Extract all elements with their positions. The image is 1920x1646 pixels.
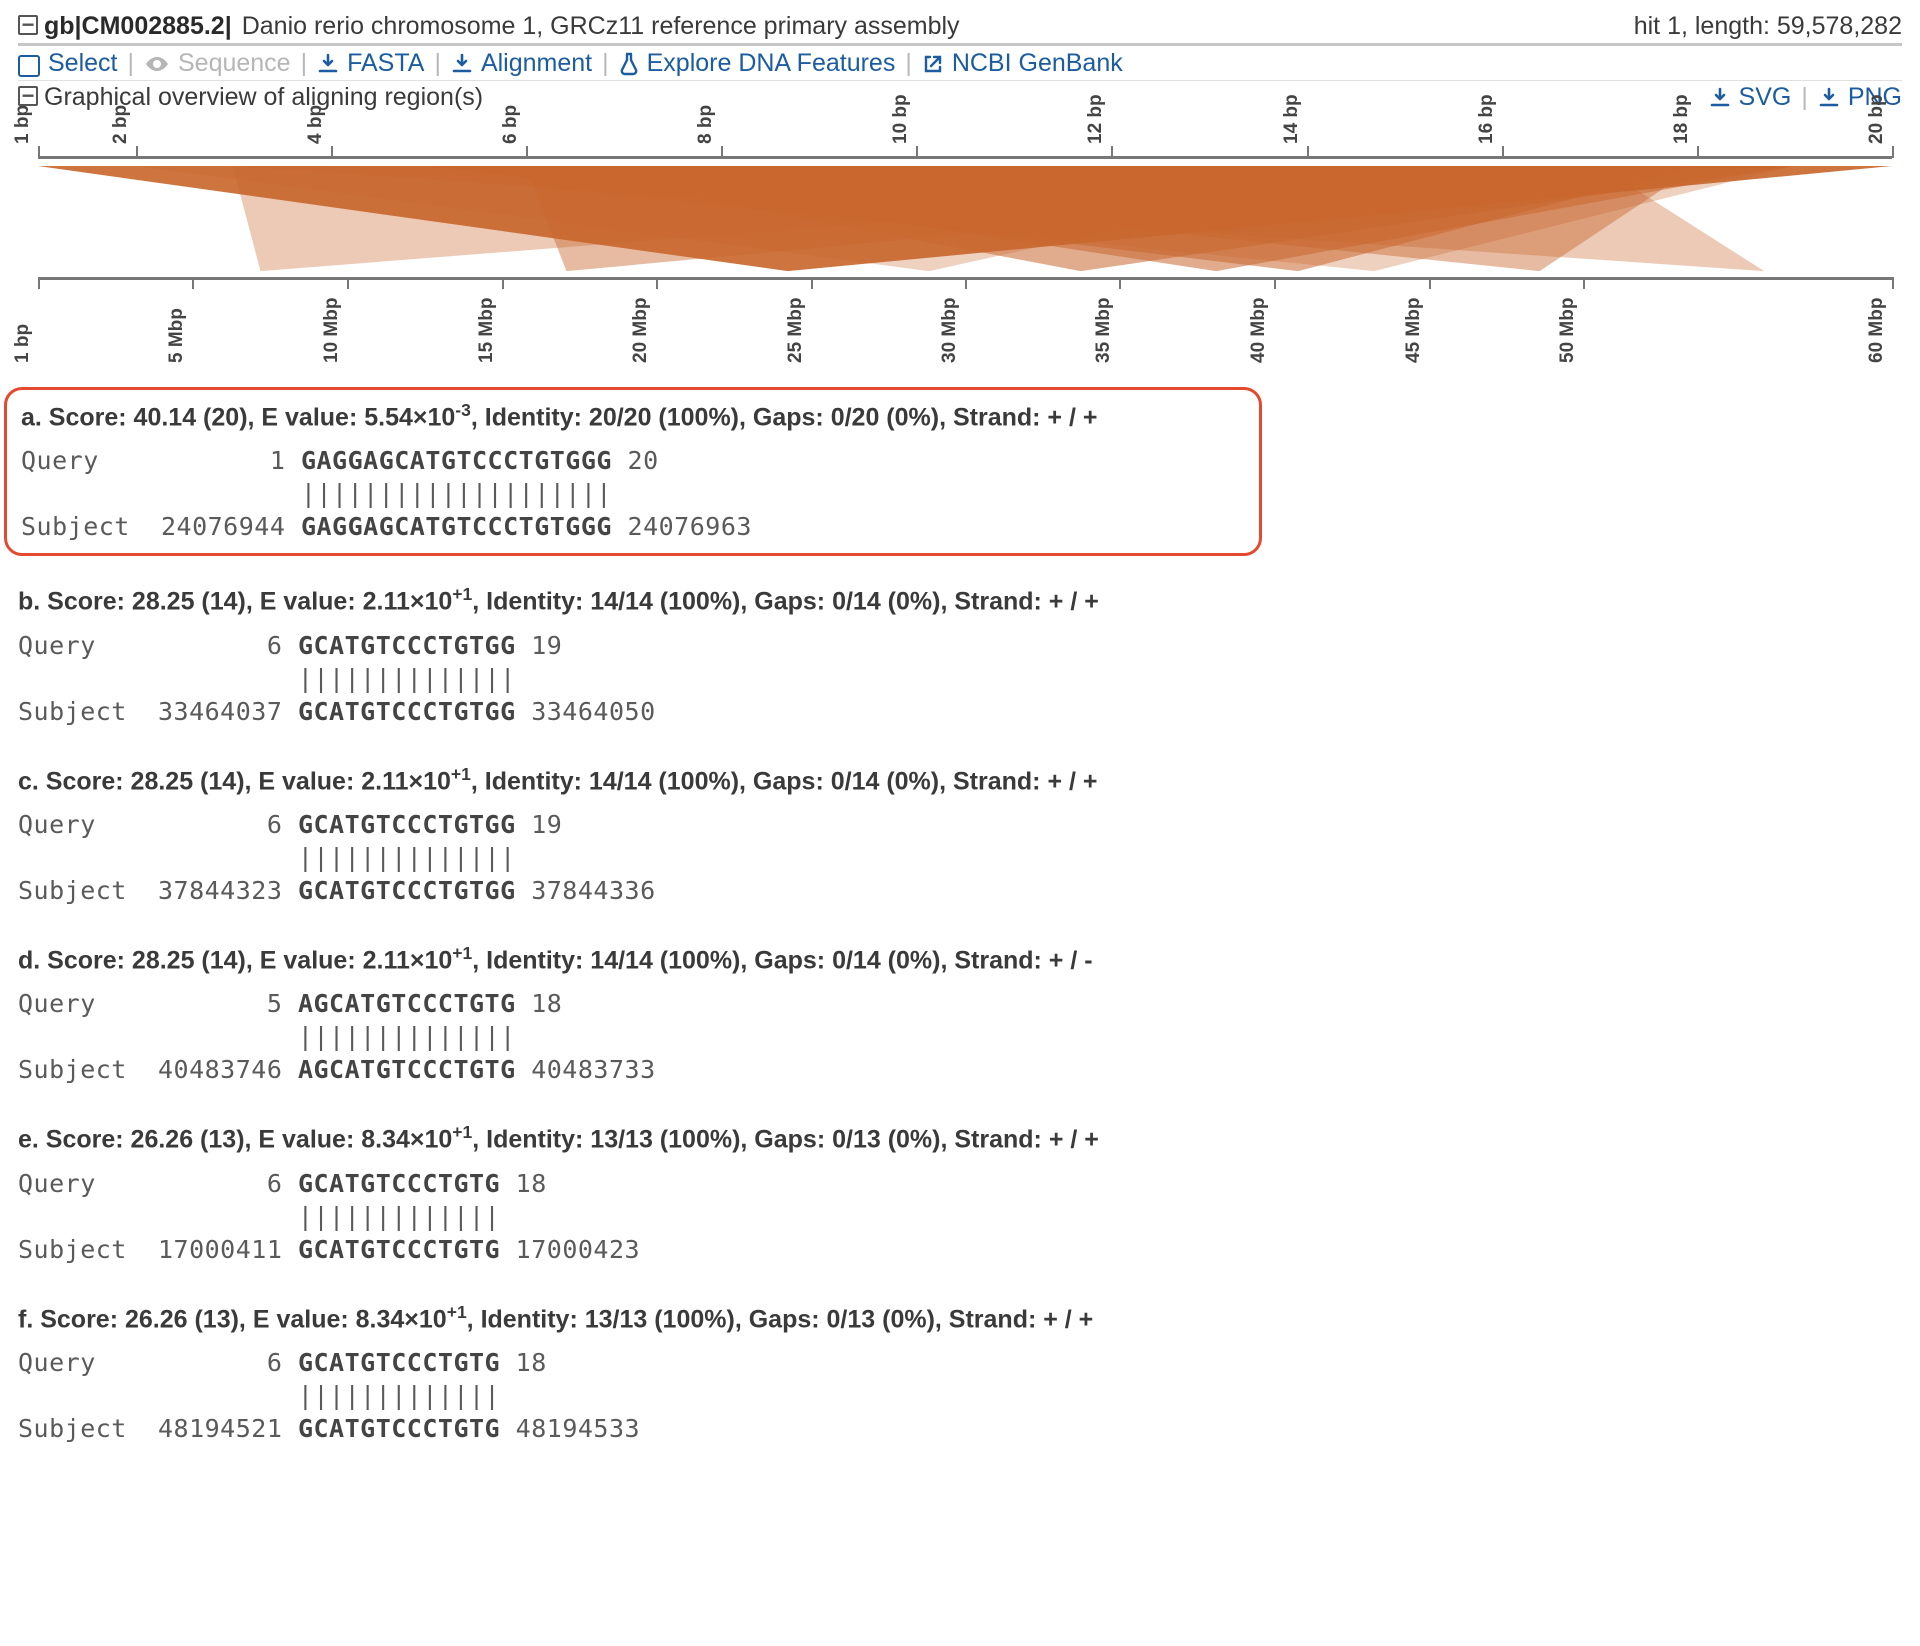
alignment-sequence: Query 6 GCATGTCCCTGTGG 19 ||||||||||||||… (18, 808, 1902, 907)
axis-tick-label: 35 Mbp (1093, 298, 1115, 363)
axis-tick-label: 5 Mbp (166, 308, 188, 363)
checkbox-icon (18, 55, 40, 77)
accession-id: gb|CM002885.2| (44, 12, 232, 41)
alignment-block: d. Score: 28.25 (14), E value: 2.11×10+1… (18, 943, 1902, 1086)
alignment-sequence: Query 6 GCATGTCCCTGTG 18 ||||||||||||| S… (18, 1167, 1902, 1266)
axis-tick-label: 50 Mbp (1557, 298, 1579, 363)
alignment-sequence: Query 6 GCATGTCCCTGTGG 19 ||||||||||||||… (18, 629, 1902, 728)
subject-axis: 1 bp5 Mbp10 Mbp15 Mbp20 Mbp25 Mbp30 Mbp3… (18, 271, 1902, 357)
axis-tick-label: 30 Mbp (939, 298, 961, 363)
axis-tick-label: 10 bp (890, 94, 912, 144)
alignment-diagram (38, 166, 1892, 271)
axis-tick-label: 20 bp (1866, 94, 1888, 144)
hit-title: Danio rerio chromosome 1, GRCz11 referen… (242, 12, 960, 41)
sequence-link: Sequence (144, 49, 291, 78)
query-axis: 1 bp2 bp4 bp6 bp8 bp10 bp12 bp14 bp16 bp… (18, 118, 1902, 166)
axis-tick-label: 14 bp (1281, 94, 1303, 144)
axis-tick-label: 25 Mbp (785, 298, 807, 363)
flask-icon (619, 52, 639, 76)
eye-icon (144, 54, 170, 74)
overview-header: − Graphical overview of aligning region(… (18, 81, 1902, 112)
axis-tick-label: 10 Mbp (321, 298, 343, 363)
collapse-toggle[interactable]: − (18, 15, 38, 35)
alignment-link[interactable]: Alignment (451, 49, 592, 78)
download-svg[interactable]: SVG (1709, 83, 1792, 112)
alignment-stats: d. Score: 28.25 (14), E value: 2.11×10+1… (18, 943, 1902, 975)
collapse-toggle-overview[interactable]: − (18, 86, 38, 106)
axis-tick-label: 40 Mbp (1248, 298, 1270, 363)
alignment-list: a. Score: 40.14 (20), E value: 5.54×10-3… (18, 387, 1902, 1445)
alignment-block: f. Score: 26.26 (13), E value: 8.34×10+1… (18, 1302, 1902, 1445)
axis-tick-label: 18 bp (1671, 94, 1693, 144)
alignment-block: a. Score: 40.14 (20), E value: 5.54×10-3… (4, 387, 1262, 556)
axis-tick-label: 45 Mbp (1403, 298, 1425, 363)
hit-header: − gb|CM002885.2| Danio rerio chromosome … (18, 12, 1902, 46)
alignment-stats: a. Score: 40.14 (20), E value: 5.54×10-3… (21, 400, 1245, 432)
download-icon (1818, 87, 1840, 109)
download-icon (451, 53, 473, 75)
alignment-stats: e. Score: 26.26 (13), E value: 8.34×10+1… (18, 1122, 1902, 1154)
alignment-block: e. Score: 26.26 (13), E value: 8.34×10+1… (18, 1122, 1902, 1265)
axis-tick-label: 16 bp (1476, 94, 1498, 144)
axis-tick-label: 12 bp (1085, 94, 1107, 144)
alignment-block: c. Score: 28.25 (14), E value: 2.11×10+1… (18, 764, 1902, 907)
graphical-overview: 1 bp2 bp4 bp6 bp8 bp10 bp12 bp14 bp16 bp… (18, 118, 1902, 357)
alignment-sequence: Query 5 AGCATGTCCCTGTG 18 ||||||||||||||… (18, 987, 1902, 1086)
fasta-link[interactable]: FASTA (317, 49, 424, 78)
download-icon (317, 53, 339, 75)
select-checkbox[interactable]: Select (18, 49, 117, 78)
alignment-stats: f. Score: 26.26 (13), E value: 8.34×10+1… (18, 1302, 1902, 1334)
genbank-link[interactable]: NCBI GenBank (922, 49, 1123, 78)
alignment-sequence: Query 1 GAGGAGCATGTCCCTGTGGG 20 ||||||||… (21, 444, 1245, 543)
axis-tick-label: 2 bp (110, 105, 132, 144)
hit-toolbar: Select | Sequence | FASTA | Alignment | … (18, 46, 1902, 81)
axis-tick-label: 20 Mbp (630, 298, 652, 363)
external-link-icon (922, 53, 944, 75)
download-icon (1709, 87, 1731, 109)
axis-tick-label: 6 bp (500, 105, 522, 144)
axis-tick-label: 1 bp (12, 105, 34, 144)
explore-dna-link[interactable]: Explore DNA Features (619, 49, 896, 78)
axis-tick-label: 15 Mbp (476, 298, 498, 363)
axis-tick-label: 4 bp (305, 105, 327, 144)
axis-tick-label: 1 bp (12, 324, 34, 363)
download-png[interactable]: PNG (1818, 83, 1902, 112)
alignment-stats: c. Score: 28.25 (14), E value: 2.11×10+1… (18, 764, 1902, 796)
hit-length: hit 1, length: 59,578,282 (1634, 12, 1902, 41)
axis-tick-label: 60 Mbp (1866, 298, 1888, 363)
alignment-block: b. Score: 28.25 (14), E value: 2.11×10+1… (18, 584, 1902, 727)
alignment-stats: b. Score: 28.25 (14), E value: 2.11×10+1… (18, 584, 1902, 616)
axis-tick-label: 8 bp (695, 105, 717, 144)
alignment-sequence: Query 6 GCATGTCCCTGTG 18 ||||||||||||| S… (18, 1346, 1902, 1445)
